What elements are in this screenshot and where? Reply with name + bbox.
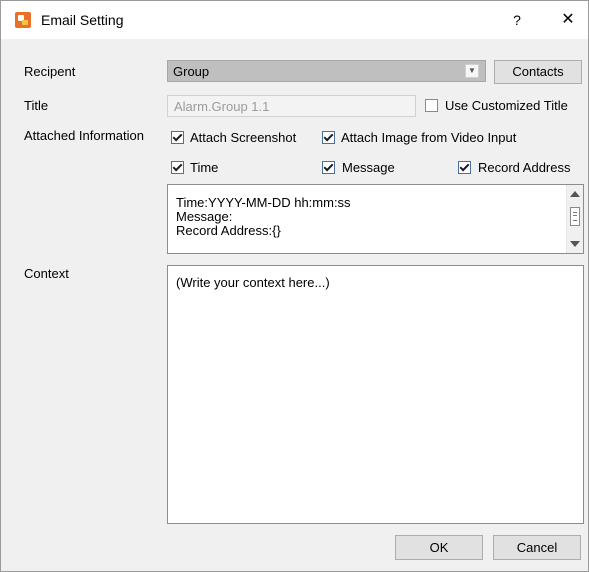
attached-information-label: Attached Information <box>24 128 144 143</box>
attach-image-video-label: Attach Image from Video Input <box>341 130 517 145</box>
record-address-label: Record Address <box>478 160 571 175</box>
preview-line-message: Message: <box>176 209 233 224</box>
app-icon <box>15 12 31 28</box>
scroll-down-icon[interactable] <box>570 241 580 247</box>
recipient-select[interactable]: Group ▼ <box>167 60 486 82</box>
preview-line-time: Time:YYYY-MM-DD hh:mm:ss <box>176 195 351 210</box>
recipient-label: Recipent <box>24 64 76 79</box>
title-input-value: Alarm.Group 1.1 <box>174 99 270 114</box>
window-title: Email Setting <box>41 12 124 28</box>
record-address-checkbox[interactable] <box>458 161 471 174</box>
title-label: Title <box>24 98 49 113</box>
context-textarea[interactable]: (Write your context here...) <box>167 265 584 524</box>
attached-preview-textarea[interactable]: Time:YYYY-MM-DD hh:mm:ss Message: Record… <box>167 184 584 254</box>
recipient-value: Group <box>173 64 210 79</box>
help-button[interactable]: ? <box>505 9 529 31</box>
cancel-button[interactable]: Cancel <box>493 535 581 560</box>
context-placeholder: (Write your context here...) <box>176 275 330 290</box>
preview-line-record-address: Record Address:{} <box>176 223 281 238</box>
attach-image-video-checkbox[interactable] <box>322 131 335 144</box>
title-input[interactable]: Alarm.Group 1.1 <box>167 95 416 117</box>
preview-scrollbar[interactable] <box>566 185 583 253</box>
scroll-up-icon[interactable] <box>570 191 580 197</box>
ok-button[interactable]: OK <box>395 535 483 560</box>
attach-screenshot-checkbox[interactable] <box>171 131 184 144</box>
close-button[interactable]: ✕ <box>554 9 582 31</box>
email-setting-dialog: Email Setting ? ✕ Recipent Group ▼ Conta… <box>0 0 589 572</box>
attach-screenshot-label: Attach Screenshot <box>190 130 297 145</box>
time-label: Time <box>190 160 219 175</box>
contacts-button[interactable]: Contacts <box>494 60 582 84</box>
message-checkbox[interactable] <box>322 161 335 174</box>
title-bar: Email Setting ? ✕ <box>1 1 588 39</box>
scroll-thumb[interactable] <box>570 207 580 226</box>
chevron-down-icon[interactable]: ▼ <box>465 64 479 78</box>
message-label: Message <box>342 160 395 175</box>
time-checkbox[interactable] <box>171 161 184 174</box>
use-customized-title-checkbox[interactable] <box>425 99 438 112</box>
use-customized-title-label: Use Customized Title <box>445 98 568 113</box>
context-label: Context <box>24 266 69 281</box>
